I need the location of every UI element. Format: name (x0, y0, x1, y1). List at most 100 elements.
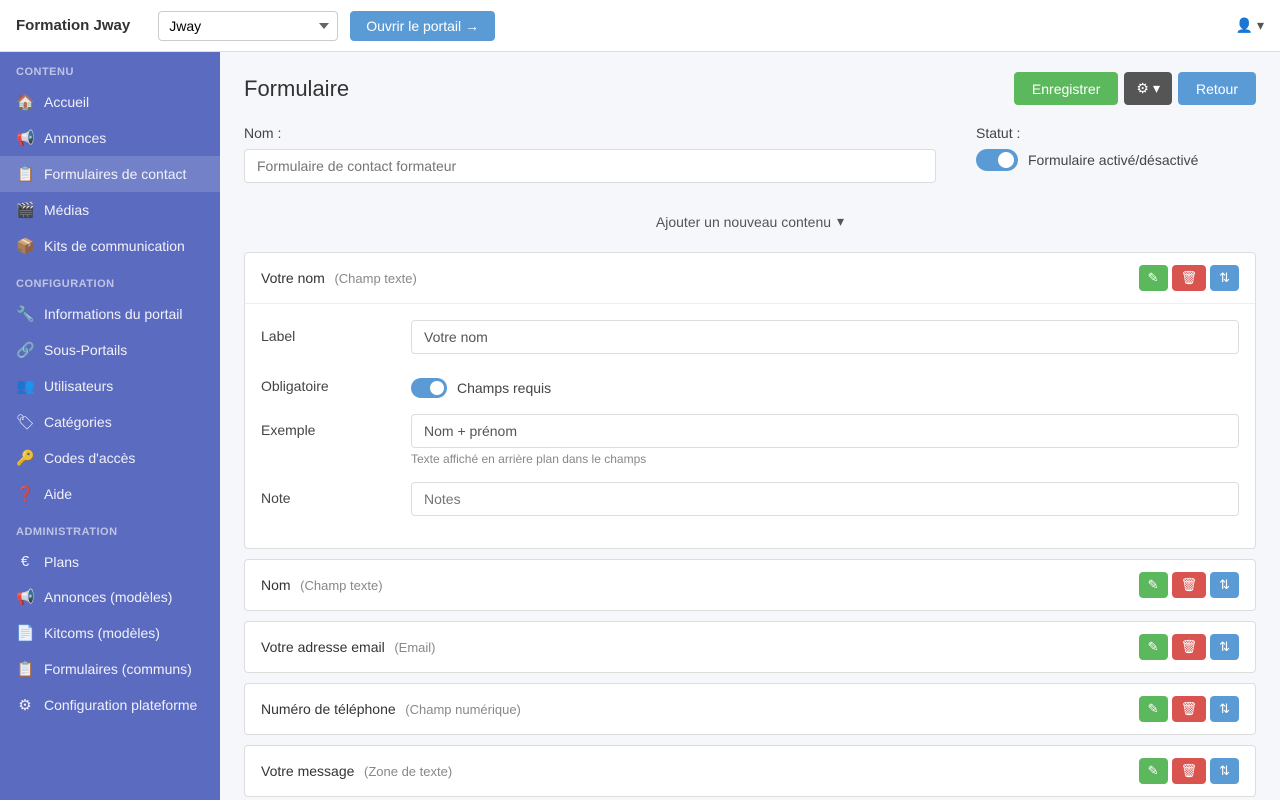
page-header: Formulaire Enregistrer ⚙ ▾ Retour (244, 72, 1256, 105)
card-edit-button-2[interactable]: ✎ (1139, 634, 1168, 660)
sidebar-item-label: Annonces (modèles) (44, 589, 172, 605)
card-type-0: (Champ texte) (331, 271, 417, 286)
sidebar-section-label: CONFIGURATION (0, 264, 220, 296)
card-actions-0: ✎🗑⇅ (1139, 265, 1239, 291)
kits-communication-icon: 📦 (16, 237, 34, 255)
card-header-4: Votre message (Zone de texte) ✎🗑⇅ (245, 746, 1255, 796)
sidebar-item-kitcoms-modeles[interactable]: 📄Kitcoms (modèles) (0, 615, 220, 651)
portal-select[interactable]: Jway (158, 11, 338, 41)
sidebar-item-label: Annonces (44, 130, 106, 146)
card-field-input-0[interactable] (411, 320, 1239, 354)
gear-button[interactable]: ⚙ ▾ (1124, 72, 1172, 105)
sidebar-item-medias[interactable]: 🎬Médias (0, 192, 220, 228)
toggle-slider (976, 149, 1018, 171)
sidebar-item-annonces-modeles[interactable]: 📢Annonces (modèles) (0, 579, 220, 615)
card-field-input-2[interactable] (411, 414, 1239, 448)
topbar-left: Formation Jway Jway Ouvrir le portail → (16, 11, 495, 41)
sidebar-item-label: Codes d'accès (44, 450, 135, 466)
card-field-label-3: Note (261, 482, 391, 506)
sidebar-item-config-plateforme[interactable]: ⚙ Configuration plateforme (0, 687, 220, 723)
card-type-2: (Email) (391, 640, 436, 655)
sidebar-item-formulaires-contact[interactable]: 📋 Formulaires de contact (0, 156, 220, 192)
layout: CONTENU🏠Accueil📢Annonces 📋 Formulaires de … (0, 52, 1280, 800)
card-move-button-3[interactable]: ⇅ (1210, 696, 1239, 722)
card-toggle-label-1: Champs requis (457, 380, 551, 396)
card-delete-button-0[interactable]: 🗑 (1172, 265, 1207, 291)
sidebar-item-label: Médias (44, 202, 89, 218)
card-delete-button-2[interactable]: 🗑 (1172, 634, 1207, 660)
sidebar-item-codes-acces[interactable]: 🔑 Codes d'accès (0, 440, 220, 476)
form-card-4: Votre message (Zone de texte) ✎🗑⇅ (244, 745, 1256, 797)
user-menu-button[interactable]: 👤 ▾ (1236, 17, 1264, 34)
sidebar-item-plans[interactable]: €Plans (0, 544, 220, 579)
card-delete-button-3[interactable]: 🗑 (1172, 696, 1207, 722)
chevron-down-icon: ▾ (1153, 80, 1160, 97)
card-title-4: Votre message (261, 763, 354, 779)
header-actions: Enregistrer ⚙ ▾ Retour (1014, 72, 1256, 105)
form-card-2: Votre adresse email (Email) ✎🗑⇅ (244, 621, 1256, 673)
card-type-4: (Zone de texte) (360, 764, 452, 779)
card-actions-1: ✎🗑⇅ (1139, 572, 1239, 598)
card-actions-4: ✎🗑⇅ (1139, 758, 1239, 784)
informations-portail-icon: 🔧 (16, 305, 34, 323)
sidebar-item-accueil[interactable]: 🏠Accueil (0, 84, 220, 120)
statut-label: Statut : (976, 125, 1256, 141)
open-portal-button[interactable]: Ouvrir le portail → (350, 11, 495, 41)
save-button[interactable]: Enregistrer (1014, 72, 1118, 105)
utilisateurs-icon: 👥 (16, 377, 34, 395)
nom-input[interactable] (244, 149, 936, 183)
sidebar-item-formulaires-communs[interactable]: 📋Formulaires (communs) (0, 651, 220, 687)
formulaire-toggle[interactable] (976, 149, 1018, 171)
sidebar-item-label: Aide (44, 486, 72, 502)
card-edit-button-3[interactable]: ✎ (1139, 696, 1168, 722)
toggle-row: Formulaire activé/désactivé (976, 149, 1256, 171)
card-edit-button-4[interactable]: ✎ (1139, 758, 1168, 784)
card-body-0: Label Obligatoire Champs requis ExempleText… (245, 304, 1255, 548)
card-delete-button-1[interactable]: 🗑 (1172, 572, 1207, 598)
card-edit-button-1[interactable]: ✎ (1139, 572, 1168, 598)
formulaires-communs-icon: 📋 (16, 660, 34, 678)
card-toggle-1[interactable] (411, 378, 447, 398)
sidebar-item-label: Configuration plateforme (44, 697, 197, 713)
form-card-3: Numéro de téléphone (Champ numérique)✎🗑⇅ (244, 683, 1256, 735)
sidebar-item-categories[interactable]: 🏷 Catégories (0, 404, 220, 440)
card-field-hint-2: Texte affiché en arrière plan dans le ch… (411, 452, 1239, 466)
sidebar-item-sous-portails[interactable]: 🔗Sous-Portails (0, 332, 220, 368)
card-delete-button-4[interactable]: 🗑 (1172, 758, 1207, 784)
sidebar-item-kits-communication[interactable]: 📦Kits de communication (0, 228, 220, 264)
card-move-button-2[interactable]: ⇅ (1210, 634, 1239, 660)
aide-icon: ❓ (16, 485, 34, 503)
card-field-label-0: Label (261, 320, 391, 344)
card-field-row-2: ExempleTexte affiché en arrière plan dan… (261, 414, 1239, 466)
sidebar-item-informations-portail[interactable]: 🔧Informations du portail (0, 296, 220, 332)
config-plateforme-icon: ⚙ (16, 696, 34, 714)
gear-icon: ⚙ (1136, 80, 1149, 97)
card-field-label-1: Obligatoire (261, 370, 391, 394)
card-move-button-0[interactable]: ⇅ (1210, 265, 1239, 291)
card-title-0: Votre nom (261, 270, 325, 286)
card-move-button-4[interactable]: ⇅ (1210, 758, 1239, 784)
sidebar-section-label: CONTENU (0, 52, 220, 84)
add-content-button[interactable]: Ajouter un nouveau contenu ▾ (244, 203, 1256, 240)
card-edit-button-0[interactable]: ✎ (1139, 265, 1168, 291)
sidebar-item-label: Catégories (44, 414, 112, 430)
formulaires-contact-icon: 📋 (16, 165, 34, 183)
statut-col: Statut : Formulaire activé/désactivé (976, 125, 1256, 171)
card-actions-3: ✎🗑⇅ (1139, 696, 1239, 722)
back-button[interactable]: Retour (1178, 72, 1256, 105)
form-card-1: Nom (Champ texte)✎🗑⇅ (244, 559, 1256, 611)
sidebar-item-annonces[interactable]: 📢Annonces (0, 120, 220, 156)
sidebar-item-utilisateurs[interactable]: 👥Utilisateurs (0, 368, 220, 404)
accueil-icon: 🏠 (16, 93, 34, 111)
sidebar-item-aide[interactable]: ❓ Aide (0, 476, 220, 512)
nom-label: Nom : (244, 125, 936, 141)
kitcoms-modeles-icon: 📄 (16, 624, 34, 642)
card-title-2: Votre adresse email (261, 639, 385, 655)
sidebar-item-label: Formulaires de contact (44, 166, 186, 182)
card-field-input-3[interactable] (411, 482, 1239, 516)
chevron-down-icon: ▾ (837, 213, 844, 230)
categories-icon: 🏷 (16, 413, 34, 431)
card-move-button-1[interactable]: ⇅ (1210, 572, 1239, 598)
codes-acces-icon: 🔑 (16, 449, 34, 467)
sidebar-item-label: Sous-Portails (44, 342, 127, 358)
